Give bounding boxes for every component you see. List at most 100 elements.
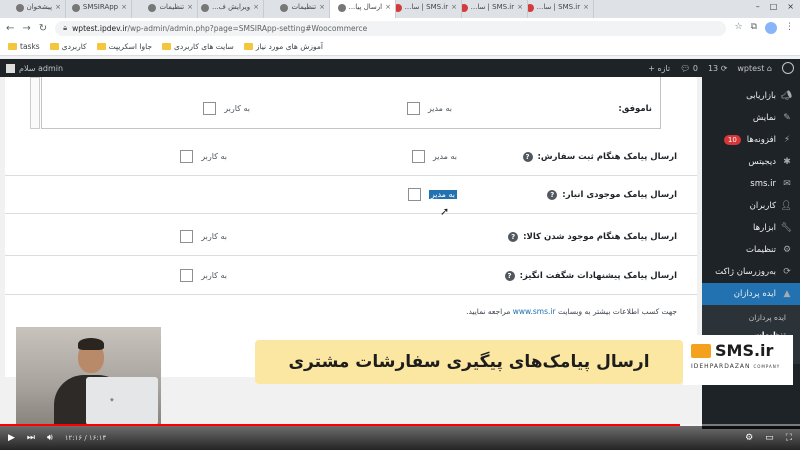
sms-brand-icon: ▲ <box>783 289 791 299</box>
browser-tab[interactable]: × تنظیمات <box>132 0 198 18</box>
submenu-item[interactable]: ایده پردازان <box>702 309 800 326</box>
close-tab-icon[interactable]: × <box>55 3 61 11</box>
sidebar-item[interactable]: ✱ دیجیتس <box>702 151 800 173</box>
sidebar-item[interactable]: ✎ نمایش <box>702 107 800 129</box>
star-icon: ✱ <box>783 157 791 167</box>
user-checkbox[interactable] <box>203 102 217 115</box>
help-icon[interactable]: ? <box>504 271 515 281</box>
sidebar-item-label: تنظیمات <box>746 245 776 255</box>
browser-tab[interactable]: × SMSIRApp <box>66 0 132 18</box>
admin-option-label: به مدیر <box>432 152 457 161</box>
extensions-icon[interactable]: ⧉ <box>751 22 757 34</box>
bookmark-star-icon[interactable]: ☆ <box>734 22 742 34</box>
sidebar-item[interactable]: ⟳ به‌روزرسان ژاکت <box>702 261 800 283</box>
scrollbar[interactable] <box>30 77 40 129</box>
close-tab-icon[interactable]: × <box>319 3 325 11</box>
close-tab-icon[interactable]: × <box>253 3 259 11</box>
user-avatar[interactable] <box>6 63 15 73</box>
tab-label: تنظیمات <box>159 3 185 11</box>
bookmark-label: آموزش های مورد نیاز <box>255 42 323 51</box>
site-name[interactable]: wptest ⌂ <box>737 64 772 73</box>
close-tab-icon[interactable]: × <box>451 3 457 11</box>
admin-checkbox[interactable] <box>406 102 420 115</box>
sidebar-item[interactable]: ⚙ تنظیمات <box>702 239 800 261</box>
user-checkbox[interactable] <box>180 230 194 243</box>
update-badge: 10 <box>723 135 741 145</box>
tab-label: ویرایش ف... <box>211 3 251 11</box>
volume-icon[interactable]: 🔊︎ <box>47 433 53 443</box>
comments-count[interactable]: 💬︎ 0 <box>680 64 698 73</box>
browser-tab[interactable]: × SMS.ir | سا... <box>396 0 462 18</box>
sidebar-item[interactable]: 👤︎ کاربران <box>702 195 800 217</box>
back-icon[interactable]: ← <box>6 23 14 34</box>
profile-avatar[interactable] <box>765 22 777 34</box>
user-option-label: به کاربر <box>201 232 227 241</box>
sidebar-item[interactable]: ▲ ایده پردازان <box>702 283 800 305</box>
close-tab-icon[interactable]: × <box>121 3 127 11</box>
help-icon[interactable]: ? <box>508 232 519 242</box>
help-icon[interactable]: ? <box>522 152 533 162</box>
browser-tab[interactable]: × ارسال پیا... <box>330 0 396 18</box>
close-tab-icon[interactable]: × <box>385 3 391 11</box>
greeting[interactable]: سلام admin <box>19 64 63 73</box>
close-tab-icon[interactable]: × <box>187 3 193 11</box>
setting-label: ارسال پیامک هنگام موجود شدن کالا:? <box>508 232 677 242</box>
maximize-icon[interactable]: □ <box>770 2 778 16</box>
wrench-icon: 🔧︎ <box>780 223 792 233</box>
bookmark-item[interactable]: آموزش های مورد نیاز <box>243 42 323 51</box>
url-field[interactable]: 🔒︎ wptest.ipdev.ir/wp-admin/admin.php?pa… <box>55 20 727 36</box>
close-window-icon[interactable]: × <box>787 2 794 16</box>
settings-gear-icon[interactable]: ⚙ <box>745 433 753 443</box>
bookmark-item[interactable]: tasks <box>8 42 40 51</box>
close-tab-icon[interactable]: × <box>517 3 523 11</box>
admin-option: به مدیر <box>406 102 452 115</box>
admin-checkbox[interactable] <box>407 188 421 201</box>
info-note: جهت کسب اطلاعات بیشتر به وبسایت www.sms.… <box>466 307 677 316</box>
play-icon[interactable]: ▶ <box>8 433 15 443</box>
sidebar-item[interactable]: ✉ sms.ir <box>702 173 800 195</box>
sidebar-item[interactable]: 🔧︎ ابزارها <box>702 217 800 239</box>
admin-checkbox[interactable] <box>411 150 425 163</box>
folder-icon <box>243 43 253 50</box>
tab-label: پیشخوان <box>26 3 53 11</box>
user-checkbox[interactable] <box>180 269 194 282</box>
user-icon: 👤︎ <box>780 201 792 211</box>
setting-row: ارسال پیامک هنگام موجود شدن کالا:? به کار… <box>5 218 697 256</box>
browser-tab[interactable]: × SMS.ir | سا... <box>528 0 594 18</box>
menu-icon[interactable]: ⋮ <box>785 22 794 34</box>
reload-icon[interactable]: ↻ <box>39 23 47 34</box>
browser-tab[interactable]: × SMS.ir | سا... <box>462 0 528 18</box>
help-icon[interactable]: ? <box>547 190 558 200</box>
tab-favicon-icon <box>528 4 534 12</box>
browser-tab[interactable]: × پیشخوان <box>0 0 66 18</box>
bookmark-item[interactable]: کاربردی <box>49 42 87 51</box>
browser-tab-bar: × پیشخوان × SMSIRApp × تنظیمات × ویرایش ف... × تن… <box>0 0 800 18</box>
close-tab-icon[interactable]: × <box>583 3 589 11</box>
megaphone-icon: 📣︎ <box>780 91 792 101</box>
wordpress-logo-icon[interactable] <box>782 62 794 74</box>
browser-tab[interactable]: × ویرایش ف... <box>198 0 264 18</box>
sidebar-item-label: دیجیتس <box>748 157 776 167</box>
tab-label: SMS.ir | سا... <box>536 3 581 11</box>
bookmark-item[interactable]: سایت های کاربردی <box>162 42 234 51</box>
sidebar-item[interactable]: ⚡︎ افزونه‌ها 10 <box>702 129 800 151</box>
minimize-icon[interactable]: – <box>756 2 760 16</box>
forward-icon[interactable]: → <box>22 23 30 34</box>
updates-count[interactable]: 13 ⟳ <box>708 64 727 73</box>
browser-tab[interactable]: × تنظیمات <box>264 0 330 18</box>
setting-row: ارسال پیامک هنگام ثبت سفارش:? به مدیر به ک… <box>5 138 697 176</box>
fullscreen-icon[interactable]: ⛶ <box>786 433 792 443</box>
bookmarks-bar: tasks کاربردی جاوا اسکریپت سایت های کاربردی… <box>0 38 800 56</box>
sidebar-item[interactable]: 📣︎ بازاریابی <box>702 85 800 107</box>
captions-icon[interactable]: ▭ <box>765 433 774 443</box>
settings-icon: ⚙ <box>782 245 792 255</box>
bookmark-item[interactable]: جاوا اسکریپت <box>96 42 152 51</box>
user-option-label: به کاربر <box>224 104 250 113</box>
new-content-button[interactable]: + تازه <box>648 64 670 73</box>
failed-status-box: ناموفق: به مدیر به کاربر <box>30 77 661 129</box>
next-icon[interactable]: ⏭ <box>27 433 35 443</box>
sms-website-link[interactable]: www.sms.ir <box>513 307 556 316</box>
user-checkbox[interactable] <box>180 150 194 163</box>
tab-label: ارسال پیا... <box>348 3 383 11</box>
setting-row: ارسال پیامک پیشنهادات شگفت انگیز:? به کار… <box>5 257 697 295</box>
